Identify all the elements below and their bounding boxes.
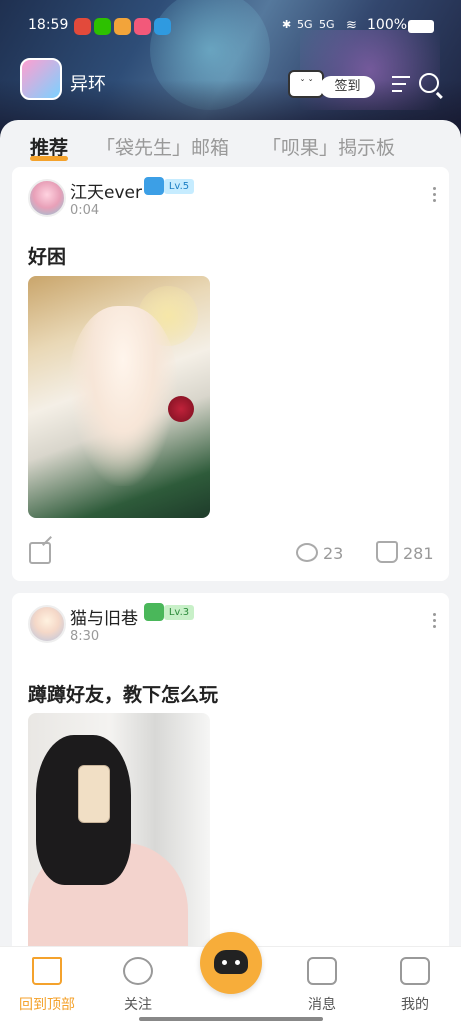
app-logo[interactable] [20, 58, 62, 100]
share-icon[interactable] [29, 542, 51, 564]
search-icon[interactable] [419, 73, 439, 93]
nav-follow[interactable]: 关注 [103, 947, 173, 1024]
nav-back-to-top[interactable]: 回到顶部 [12, 947, 82, 1024]
game-notify-icon [134, 18, 151, 35]
comment-icon[interactable] [296, 543, 318, 562]
tab-bulletin[interactable]: 「呗果」揭示板 [262, 133, 395, 160]
post-image[interactable] [28, 276, 210, 518]
mascot-icon [214, 950, 248, 974]
nav-label: 我的 [401, 997, 429, 1013]
more-options-icon[interactable] [433, 613, 437, 631]
bluetooth-icon: ✱ [282, 18, 292, 31]
weibo-icon [74, 18, 91, 35]
app-notify-icon [114, 18, 131, 35]
post-title[interactable]: 好困 [28, 242, 66, 269]
post-time: 8:30 [70, 629, 100, 644]
post-username[interactable]: 江天ever [70, 178, 142, 203]
status-time: 18:59 [28, 17, 69, 33]
signal-label-2: 5G [319, 18, 335, 31]
nav-label: 关注 [124, 997, 152, 1013]
more-options-icon[interactable] [433, 187, 437, 205]
level-text: Lv.5 [164, 179, 194, 194]
nav-label: 回到顶部 [19, 997, 75, 1013]
comment-count[interactable]: 23 [323, 544, 343, 563]
like-icon[interactable] [376, 541, 398, 563]
tv-mascot-icon: ˇ ˇ [288, 70, 324, 98]
post-title[interactable]: 蹲蹲好友，教下怎么玩 [28, 680, 218, 707]
signin-button[interactable]: 签到 [320, 76, 375, 98]
tab-bar: 推荐 「袋先生」邮箱 「呗果」揭示板 [0, 120, 461, 165]
level-mascot-icon [144, 177, 164, 195]
avatar[interactable] [28, 605, 66, 643]
signal-label-1: 5G [297, 18, 313, 31]
message-icon [307, 957, 337, 985]
battery-icon [408, 20, 434, 33]
profile-icon [400, 957, 430, 985]
app-name: 异环 [70, 74, 106, 95]
nav-label: 消息 [308, 997, 336, 1013]
home-indicator[interactable] [139, 1017, 323, 1021]
level-text: Lv.3 [164, 605, 194, 620]
tab-mailbox[interactable]: 「袋先生」邮箱 [96, 133, 229, 160]
nav-profile[interactable]: 我的 [380, 947, 450, 1024]
battery-percentage: 100% [367, 17, 408, 33]
post-card[interactable]: 江天ever Lv.5 0:04 好困 23 281 [12, 167, 449, 581]
wechat-icon [94, 18, 111, 35]
menu-icon[interactable] [392, 76, 412, 92]
nav-messages[interactable]: 消息 [287, 947, 357, 1024]
follow-icon [123, 957, 153, 985]
content-panel: 推荐 「袋先生」邮箱 「呗果」揭示板 江天ever Lv.5 0:04 好困 2… [0, 120, 461, 1024]
status-bar: 18:59 ✱ 5G 5G ≋ 100% [0, 0, 461, 36]
browser-notify-icon [154, 18, 171, 35]
create-post-button[interactable] [200, 932, 262, 994]
wifi-icon: ≋ [346, 18, 357, 33]
post-time: 0:04 [70, 203, 100, 218]
like-count[interactable]: 281 [403, 544, 434, 563]
level-mascot-icon [144, 603, 164, 621]
home-icon [32, 957, 62, 985]
tab-active-indicator [30, 156, 68, 161]
avatar[interactable] [28, 179, 66, 217]
post-username[interactable]: 猫与旧巷 [70, 604, 138, 629]
